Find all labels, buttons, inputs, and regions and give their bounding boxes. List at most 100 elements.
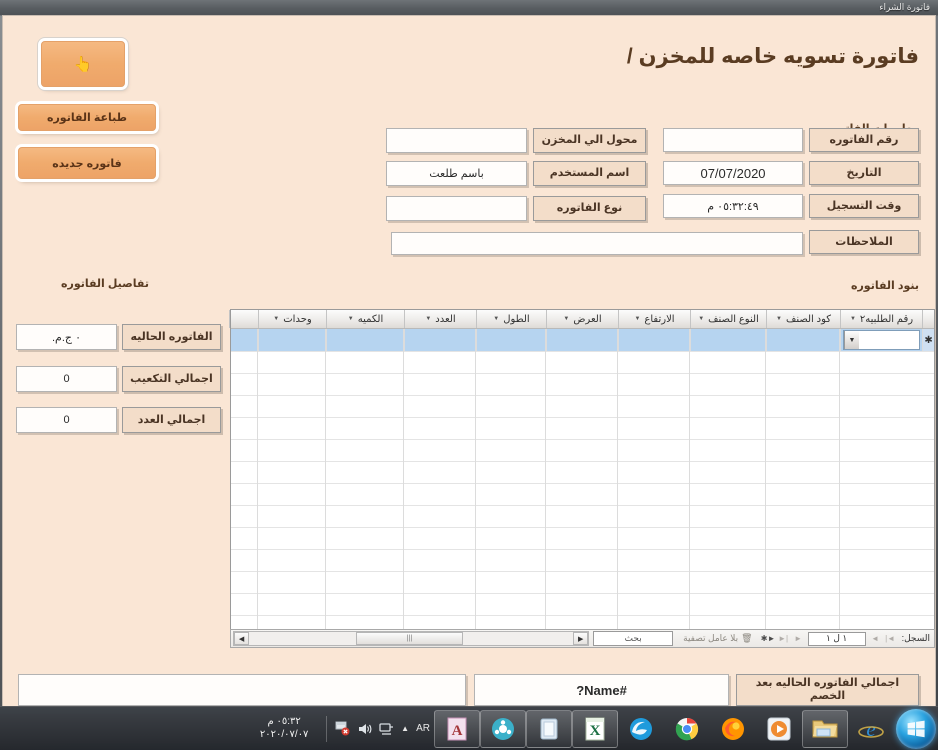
scrollbar-track[interactable]: ||| bbox=[249, 632, 573, 645]
registration-time-input[interactable]: ٠٥:٣٢:٤٩ م bbox=[663, 194, 803, 218]
grid-cell-7[interactable] bbox=[326, 329, 404, 351]
chevron-down-icon[interactable]: ▼ bbox=[493, 316, 499, 322]
transfer-to-store-label: محول الي المخزن bbox=[533, 128, 646, 153]
chrome-icon[interactable] bbox=[664, 710, 710, 748]
grid-column-header-0[interactable]: رقم الطلبيه٢ ▼ bbox=[840, 310, 922, 328]
grid-new-row[interactable]: ✱ ▼ bbox=[231, 329, 934, 352]
filter-icon: 🗑 bbox=[741, 633, 753, 643]
edge-icon[interactable] bbox=[618, 710, 664, 748]
grid-cell-8[interactable] bbox=[258, 329, 326, 351]
total-volume-value[interactable]: 0 bbox=[16, 366, 117, 392]
scrollbar-thumb[interactable]: ||| bbox=[355, 632, 463, 645]
grid-column-header-1[interactable]: كود الصنف ▼ bbox=[766, 310, 840, 328]
new-record-button[interactable]: ►✱ bbox=[761, 630, 776, 647]
file-explorer-icon[interactable] bbox=[802, 709, 848, 748]
grid-column-header-label: وحدات bbox=[283, 313, 312, 325]
logo-button[interactable]: 👆 bbox=[41, 41, 125, 87]
window-title-bar[interactable]: فاتورة الشراء bbox=[0, 0, 938, 15]
grid-cell-4[interactable] bbox=[546, 329, 618, 351]
invoice-number-input[interactable] bbox=[663, 128, 803, 152]
excel-icon[interactable]: X bbox=[572, 709, 618, 748]
grid-cell-1[interactable] bbox=[766, 329, 840, 351]
chevron-down-icon[interactable]: ▼ bbox=[634, 316, 640, 322]
grid-column-header-label: العرض bbox=[573, 313, 602, 325]
grid-column-header-6[interactable]: العدد ▼ bbox=[404, 310, 476, 328]
grid-cell-0[interactable]: ▼ bbox=[840, 329, 922, 351]
clock-time: ٠٥:٣٢ م bbox=[267, 716, 301, 727]
internet-explorer-icon[interactable]: e bbox=[848, 710, 894, 748]
grid-cell-combo[interactable]: ▼ bbox=[843, 330, 920, 350]
grid-column-header-label: الكميه bbox=[357, 313, 384, 325]
chevron-down-icon[interactable]: ▼ bbox=[850, 316, 856, 322]
grid-row-selector[interactable]: ✱ bbox=[922, 329, 934, 351]
grid-search-input[interactable]: بحث bbox=[593, 631, 674, 646]
scroll-left-arrow[interactable]: ◀ bbox=[234, 632, 249, 645]
next-record-button[interactable]: ► bbox=[791, 630, 806, 647]
grid-column-header-label: العدد bbox=[435, 313, 456, 325]
grid-body[interactable]: ✱ ▼ bbox=[231, 329, 934, 647]
total-volume-label: اجمالي التكعيب bbox=[122, 366, 221, 392]
chevron-down-icon[interactable]: ▼ bbox=[563, 316, 569, 322]
language-indicator[interactable]: AR bbox=[416, 723, 430, 734]
current-invoice-value[interactable]: ٠ ج.م. bbox=[16, 324, 117, 350]
last-record-button[interactable]: |► bbox=[776, 630, 791, 647]
first-record-button[interactable]: ◄| bbox=[883, 630, 898, 647]
grid-horizontal-scrollbar[interactable]: ▶ ||| ◀ bbox=[233, 631, 590, 646]
previous-record-button[interactable]: ◄ bbox=[868, 630, 883, 647]
new-invoice-button[interactable]: فاتوره جديده bbox=[18, 147, 156, 179]
firefox-icon[interactable] bbox=[710, 710, 756, 748]
media-center-icon[interactable] bbox=[480, 709, 526, 748]
grid-cell-6[interactable] bbox=[404, 329, 476, 351]
grid-column-header-3[interactable]: الارتفاع ▼ bbox=[618, 310, 690, 328]
final-total-label: اجمالي الفاتوره الحاليه بعد الخصم bbox=[736, 674, 919, 706]
chevron-down-icon[interactable]: ▼ bbox=[425, 316, 431, 322]
invoice-items-grid: رقم الطلبيه٢ ▼ كود الصنف ▼ النوع الصنف ▼ الارت… bbox=[229, 309, 935, 648]
network-icon[interactable] bbox=[379, 722, 394, 736]
grid-column-header-8[interactable]: وحدات ▼ bbox=[258, 310, 326, 328]
print-invoice-button[interactable]: طباعة الفاتوره bbox=[18, 104, 156, 131]
hand-pointer-icon: 👆 bbox=[73, 56, 93, 73]
invoice-type-field-input[interactable] bbox=[386, 196, 527, 221]
grid-cell-2[interactable] bbox=[690, 329, 766, 351]
filter-status[interactable]: 🗑 بلا عامل تصفية bbox=[675, 633, 760, 644]
footer-notes-input[interactable] bbox=[18, 674, 466, 706]
grid-caption: بنود الفاتوره bbox=[850, 280, 919, 292]
grid-select-all-header[interactable] bbox=[922, 310, 934, 328]
speaker-icon[interactable] bbox=[357, 722, 372, 736]
final-total-value[interactable]: #Name? bbox=[474, 674, 729, 706]
tray-divider bbox=[326, 715, 328, 742]
grid-column-header-label: رقم الطلبيه٢ bbox=[859, 313, 914, 325]
media-player-icon[interactable] bbox=[756, 710, 802, 748]
flag-alert-icon[interactable] bbox=[334, 721, 350, 736]
chevron-down-icon[interactable]: ▼ bbox=[348, 316, 354, 322]
chevron-down-icon[interactable]: ▼ bbox=[273, 316, 279, 322]
notepad-icon[interactable] bbox=[526, 709, 572, 748]
total-count-value[interactable]: 0 bbox=[16, 407, 117, 433]
taskbar-clock[interactable]: ٠٥:٣٢ م ٢٠٢٠/٠٧/٠٧ bbox=[249, 716, 319, 741]
windows-start-icon[interactable] bbox=[896, 708, 936, 749]
transfer-to-store-combo[interactable] bbox=[386, 128, 527, 153]
access-icon[interactable]: A bbox=[434, 709, 480, 748]
chevron-up-icon[interactable]: ▲ bbox=[401, 724, 409, 733]
invoice-type-field-label: نوع الفاتوره bbox=[533, 196, 646, 221]
grid-column-header-2[interactable]: النوع الصنف ▼ bbox=[690, 310, 766, 328]
grid-column-header-9[interactable] bbox=[229, 310, 258, 328]
record-position-input[interactable]: ١ ل ١ bbox=[807, 631, 866, 646]
grid-column-header-5[interactable]: الطول ▼ bbox=[476, 310, 546, 328]
user-name-input[interactable]: باسم طلعت bbox=[386, 161, 527, 186]
grid-cell-9[interactable] bbox=[231, 329, 258, 351]
grid-cell-3[interactable] bbox=[618, 329, 690, 351]
scroll-right-arrow[interactable]: ▶ bbox=[573, 632, 589, 645]
filter-status-text: بلا عامل تصفية bbox=[683, 633, 739, 643]
chevron-down-icon[interactable]: ▼ bbox=[776, 316, 782, 322]
notes-input[interactable] bbox=[391, 232, 803, 255]
chevron-down-icon[interactable]: ▼ bbox=[844, 331, 859, 349]
grid-column-header-4[interactable]: العرض ▼ bbox=[546, 310, 618, 328]
invoice-date-input[interactable]: 07/07/2020 bbox=[663, 161, 803, 185]
chevron-down-icon[interactable]: ▼ bbox=[698, 316, 704, 322]
grid-cell-5[interactable] bbox=[476, 329, 546, 351]
grid-column-header-7[interactable]: الكميه ▼ bbox=[326, 310, 404, 328]
taskbar: e X A AR ▲ ٠٥:٣٢ م ٢٠٢٠/٠٧/٠٧ bbox=[0, 706, 938, 750]
grid-column-header-label: كود الصنف bbox=[785, 313, 831, 325]
current-invoice-label: الفاتوره الحاليه bbox=[122, 324, 221, 350]
